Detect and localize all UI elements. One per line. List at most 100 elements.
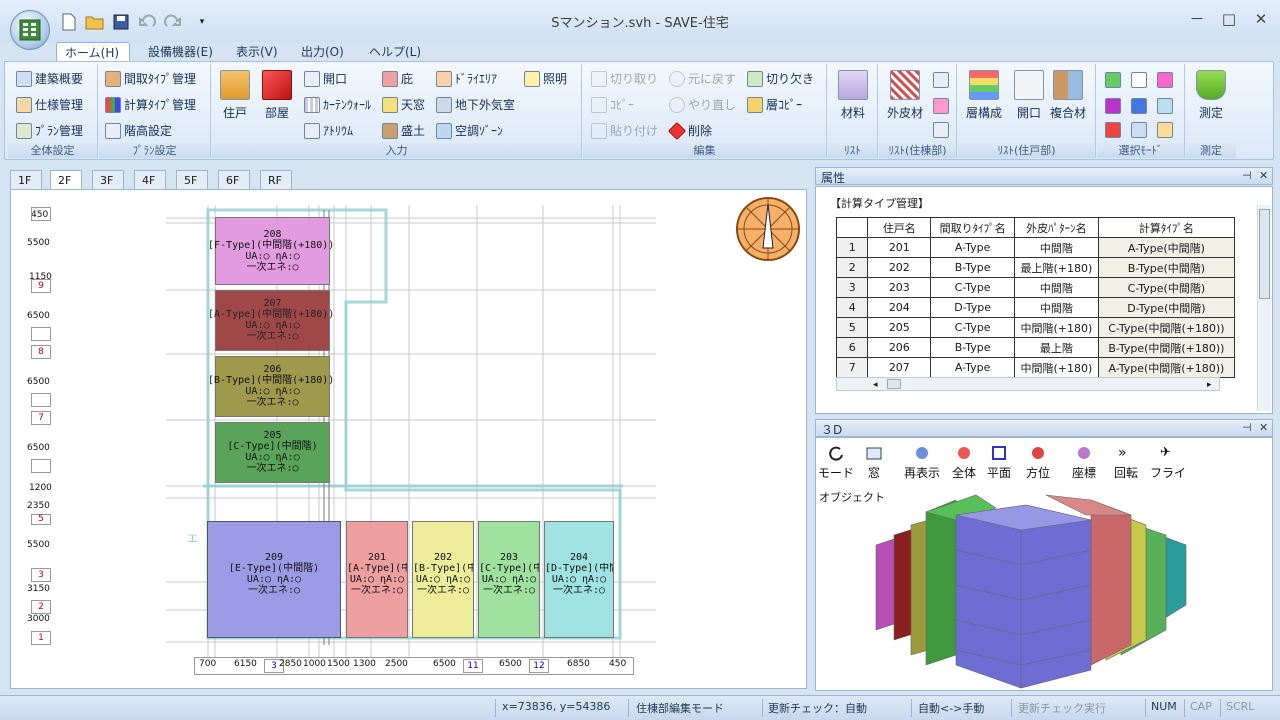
eaves-button[interactable]: 庇	[382, 70, 413, 87]
vertical-scrollbar[interactable]	[1257, 205, 1271, 411]
floor-tab[interactable]: 1F	[10, 170, 42, 190]
layout-type-button[interactable]: 間取ﾀｲﾌﾟ管理	[105, 70, 196, 87]
table-cell[interactable]: 中間階	[1014, 237, 1099, 258]
pin-icon[interactable]: ⊣	[1242, 421, 1252, 434]
orientation-button[interactable]: 方位	[1026, 445, 1050, 481]
horizontal-scrollbar[interactable]: ◂ ▸	[836, 377, 1220, 391]
fit-all-button[interactable]: 全体	[952, 445, 976, 481]
select-red-cube-icon[interactable]	[1105, 122, 1121, 138]
scroll-thumb[interactable]	[1259, 209, 1270, 299]
select-gray-cube-icon[interactable]	[1131, 122, 1147, 138]
auto-manual-toggle[interactable]: 自動<->手動	[918, 700, 984, 716]
floor-tab[interactable]: 3F	[92, 170, 124, 190]
table-cell[interactable]: 最上階	[1014, 337, 1099, 358]
list-grid-icon[interactable]	[933, 122, 949, 138]
mode-button[interactable]: モード	[818, 445, 854, 481]
table-cell[interactable]: C-Type(中間階(+180))	[1097, 317, 1236, 338]
underground-room-button[interactable]: 地下外気室	[436, 96, 515, 113]
tab-view[interactable]: 表示(V)	[228, 42, 286, 62]
undo-button[interactable]: 元に戻す	[669, 70, 736, 87]
floor-tab[interactable]: RF	[260, 170, 292, 190]
tab-home[interactable]: ホーム(H)	[56, 42, 130, 62]
select-pink-cube-icon[interactable]	[1157, 72, 1173, 88]
dwelling-button[interactable]: 住戸	[220, 70, 250, 121]
lighting-button[interactable]: 照明	[524, 70, 567, 87]
table-row[interactable]: 3 203 C-Type 中間階 C-Type(中間階)	[835, 277, 1236, 298]
table-cell[interactable]: B-Type(中間階)	[1097, 257, 1236, 278]
minimize-button[interactable]: －	[1182, 8, 1212, 30]
rotate-button[interactable]: » 回転	[1114, 445, 1138, 481]
copy-button[interactable]: ｺﾋﾟｰ	[591, 96, 634, 113]
measure-button[interactable]: 測定	[1196, 70, 1226, 121]
table-cell[interactable]: C-Type	[930, 277, 1016, 298]
table-cell[interactable]: 202	[867, 257, 932, 278]
room-button[interactable]: 部屋	[262, 70, 292, 121]
unit-208[interactable]: 208 [F-Type](中間階(+180)) UA:○ ηA:○ 一次エネ:○	[208, 217, 334, 285]
table-cell[interactable]: 201	[867, 237, 932, 258]
envelope-material-button[interactable]: 外皮材	[887, 70, 923, 121]
opening-list-button[interactable]: 開口	[1014, 70, 1044, 121]
dry-area-button[interactable]: ﾄﾞﾗｲｴﾘｱ	[436, 70, 497, 87]
plan-view-button[interactable]: 平面	[987, 445, 1011, 481]
select-blue-cube-icon[interactable]	[1131, 98, 1147, 114]
table-row[interactable]: 2 202 B-Type 最上階(+180) B-Type(中間階)	[835, 257, 1236, 278]
building-outline-button[interactable]: 建築概要	[16, 70, 83, 87]
close-icon[interactable]: ✕	[1259, 169, 1268, 182]
select-yellow-cube-icon[interactable]	[1157, 122, 1173, 138]
table-cell[interactable]: 206	[867, 337, 932, 358]
fill-earth-button[interactable]: 盛土	[382, 122, 425, 139]
tab-help[interactable]: ヘルプ(L)	[361, 42, 429, 62]
unit-203[interactable]: 203 [C-Type](中間階) UA:○ ηA:○ 一次エネ:○	[478, 521, 540, 638]
table-cell[interactable]: B-Type	[930, 337, 1016, 358]
hvac-zone-button[interactable]: 空調ｿﾞｰﾝ	[436, 122, 503, 139]
unit-201[interactable]: 201 [A-Type](中間階) UA:○ ηA:○ 一次エネ:○	[346, 521, 408, 638]
list-color-icon[interactable]	[933, 98, 949, 114]
redo-button[interactable]: やり直し	[669, 96, 736, 113]
update-check-run[interactable]: 更新チェック実行	[1018, 700, 1106, 716]
redraw-button[interactable]: 再表示	[904, 445, 940, 481]
floor-tab[interactable]: 4F	[134, 170, 166, 190]
material-button[interactable]: 材料	[838, 70, 868, 121]
window-button[interactable]: 窓	[866, 445, 882, 481]
scroll-right-icon[interactable]: ▸	[1207, 380, 1212, 390]
unit-202[interactable]: 202 [B-Type](中間階) UA:○ ηA:○ 一次エネ:○	[412, 521, 474, 638]
table-cell[interactable]: 205	[867, 317, 932, 338]
composite-material-button[interactable]: 複合材	[1050, 70, 1086, 121]
building-3d-model[interactable]	[866, 490, 1266, 690]
scroll-thumb[interactable]	[887, 379, 901, 389]
fly-button[interactable]: ✈ フライ	[1150, 445, 1186, 481]
table-cell[interactable]: D-Type(中間階)	[1097, 297, 1236, 318]
table-cell[interactable]: C-Type(中間階)	[1097, 277, 1236, 298]
floor-height-button[interactable]: 階高設定	[105, 122, 172, 139]
table-cell[interactable]: A-Type(中間階)	[1097, 237, 1236, 258]
select-lightblue-cube-icon[interactable]	[1157, 98, 1173, 114]
layer-composition-button[interactable]: 層構成	[966, 70, 1002, 121]
spec-manage-button[interactable]: 仕様管理	[16, 96, 83, 113]
table-cell[interactable]: B-Type	[930, 257, 1016, 278]
close-button[interactable]: ✕	[1246, 8, 1276, 30]
delete-button[interactable]: 削除	[667, 121, 712, 140]
curtain-wall-button[interactable]: ｶｰﾃﾝｳｫｰﾙ	[304, 96, 371, 113]
table-row[interactable]: 4 204 D-Type 中間階 D-Type(中間階)	[835, 297, 1236, 318]
table-cell[interactable]: 中間階	[1014, 297, 1099, 318]
maximize-button[interactable]: □	[1214, 8, 1244, 30]
floor-tab[interactable]: 6F	[218, 170, 250, 190]
table-cell[interactable]: A-Type	[930, 237, 1016, 258]
scroll-left-icon[interactable]: ◂	[873, 380, 878, 390]
plan-manage-button[interactable]: ﾌﾟﾗﾝ管理	[16, 122, 83, 139]
opening-button[interactable]: 開口	[304, 70, 347, 87]
paste-button[interactable]: 貼り付け	[591, 122, 658, 139]
table-cell[interactable]: 中間階(+180)	[1014, 357, 1099, 378]
table-cell[interactable]: 中間階	[1014, 277, 1099, 298]
coordinates-button[interactable]: 座標	[1072, 445, 1096, 481]
table-cell[interactable]: 204	[867, 297, 932, 318]
skylight-button[interactable]: 天窓	[382, 96, 425, 113]
select-white-cube-icon[interactable]	[1131, 72, 1147, 88]
tab-equipment[interactable]: 設備機器(E)	[140, 42, 221, 62]
table-cell[interactable]: 207	[867, 357, 932, 378]
unit-207[interactable]: 207 [A-Type](中間階(+180)) UA:○ ηA:○ 一次エネ:○	[208, 290, 334, 351]
table-cell[interactable]: 中間階(+180)	[1014, 317, 1099, 338]
calc-type-button[interactable]: 計算ﾀｲﾌﾟ管理	[105, 96, 196, 113]
table-row[interactable]: 7 207 A-Type 中間階(+180) A-Type(中間階(+180))	[835, 357, 1236, 378]
table-cell[interactable]: C-Type	[930, 317, 1016, 338]
